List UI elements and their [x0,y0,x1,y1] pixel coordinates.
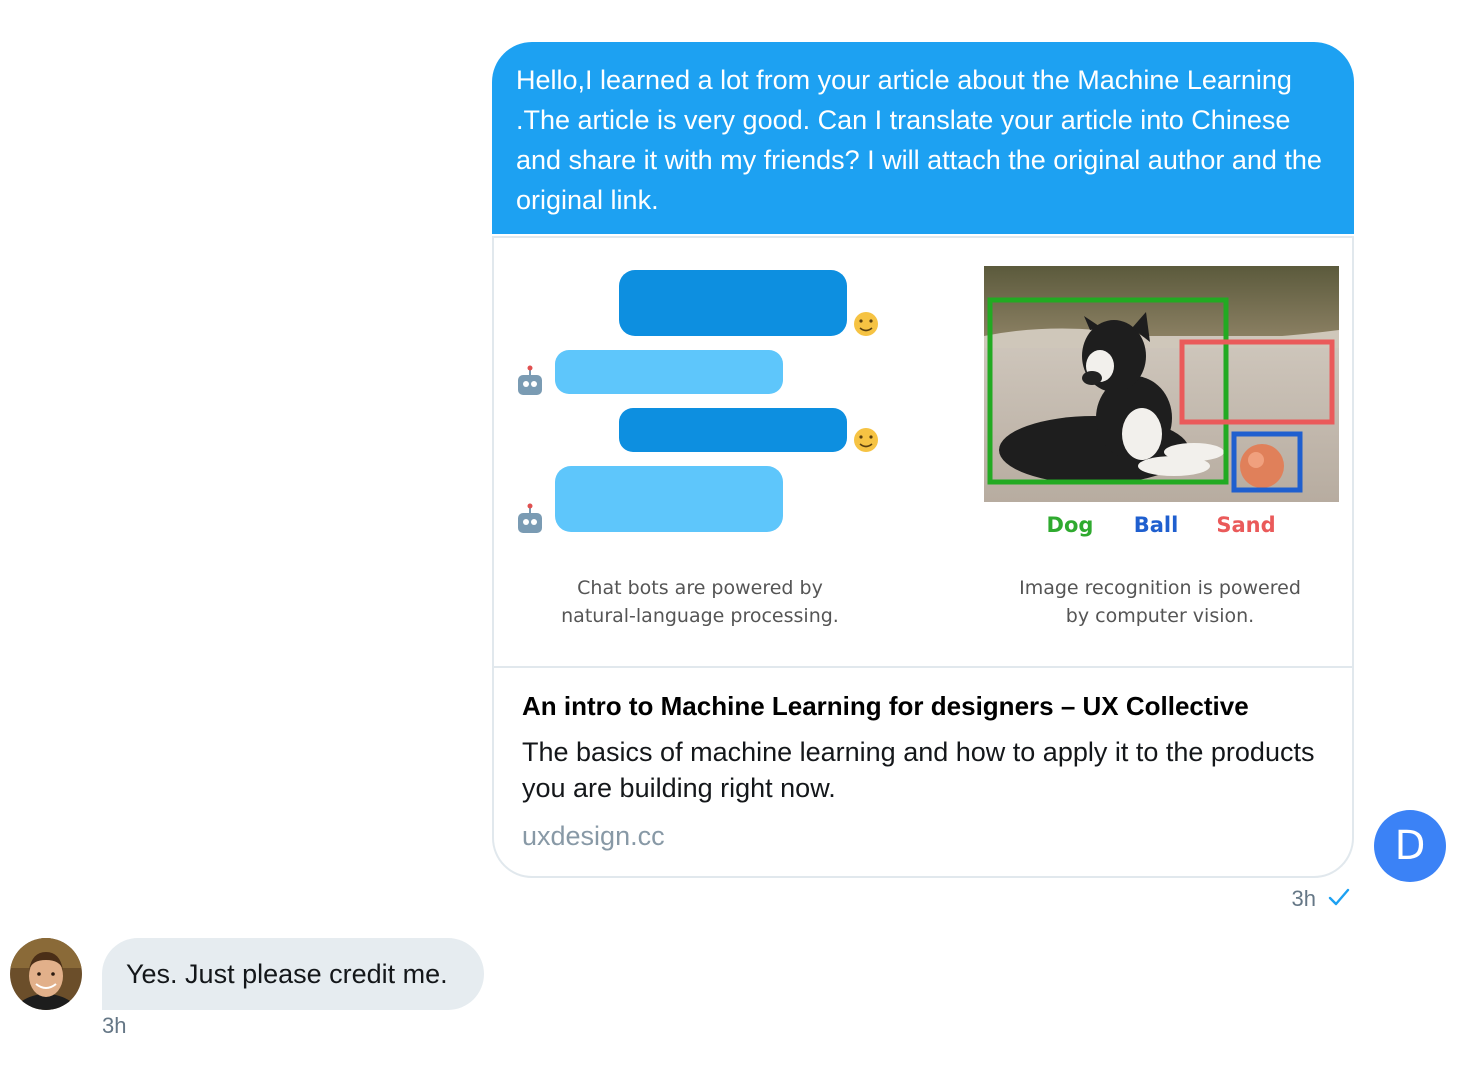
recipient-avatar[interactable] [10,938,82,1010]
chatbot-illustration: Chat bots are powered by natural-languag… [518,270,878,627]
chatbot-caption-line1: Chat bots are powered by [577,577,823,599]
link-description: The basics of machine learning and how t… [522,737,1315,803]
smiley-icon [854,428,878,452]
outgoing-message-meta: 3h [1292,886,1350,912]
ball-label: Ball [1134,513,1179,537]
sand-label: Sand [1216,513,1275,537]
link-preview-image: Chat bots are powered by natural-languag… [494,236,1352,668]
chatbot-caption-line2: natural-language processing. [561,605,839,627]
vision-caption-line1: Image recognition is powered [1019,577,1301,599]
ball-icon [1240,444,1284,488]
link-domain: uxdesign.cc [522,821,665,851]
link-preview-card[interactable]: Chat bots are powered by natural-languag… [492,236,1354,878]
image-recognition-illustration: Dog Ball Sand Image recognition is power… [984,266,1339,627]
check-icon [1328,886,1350,912]
outgoing-message-text: Hello,I learned a lot from your article … [516,65,1322,215]
smiley-icon [854,312,878,336]
incoming-message-text: Yes. Just please credit me. [126,959,448,989]
robot-icon [518,365,542,395]
outgoing-message-bubble: Hello,I learned a lot from your article … [492,42,1354,234]
dog-label: Dog [1047,513,1094,537]
sender-avatar[interactable]: D [1374,810,1446,882]
incoming-message-bubble: Yes. Just please credit me. [102,938,484,1010]
link-preview-text: An intro to Machine Learning for designe… [522,690,1322,854]
vision-caption-line2: by computer vision. [1066,605,1254,627]
incoming-timestamp: 3h [102,1013,127,1038]
robot-icon [518,503,542,533]
link-title[interactable]: An intro to Machine Learning for designe… [522,690,1322,722]
outgoing-timestamp: 3h [1291,886,1316,911]
